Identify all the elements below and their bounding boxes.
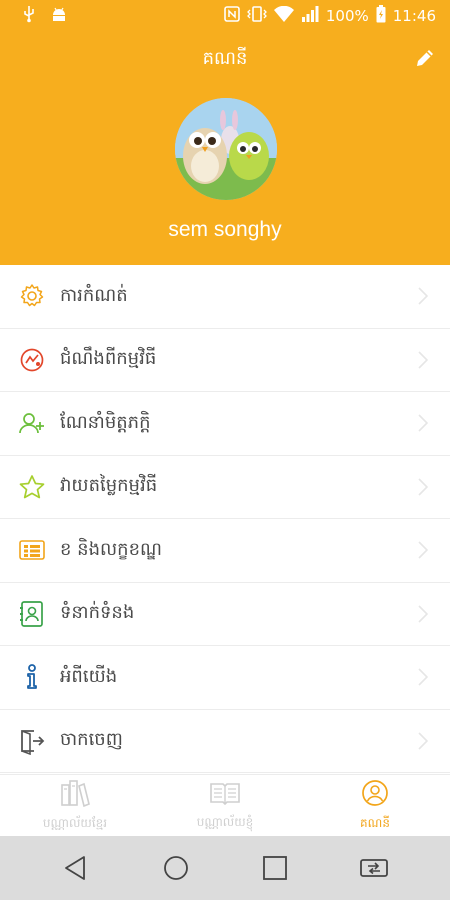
menu-item-logout[interactable]: ចាកចេញ (0, 710, 450, 773)
menu-label: ណែនាំមិត្តភក្តិ (60, 411, 151, 433)
menu-label: ខ និងលក្ខខណ្ឌ (60, 538, 162, 560)
star-icon (18, 473, 46, 501)
tab-label: បណ្ណាល័យខ្មែរ (42, 815, 108, 830)
chevron-right-icon (418, 478, 428, 496)
usb-icon (22, 5, 36, 27)
library-icon (60, 779, 90, 811)
profile-header: គណនី sem songhy (0, 32, 450, 265)
menu-item-contact[interactable]: ទំនាក់ទំនង (0, 583, 450, 646)
info-icon (18, 663, 46, 691)
home-icon[interactable] (160, 852, 192, 884)
tab-account[interactable]: គណនី (300, 775, 450, 836)
page-title: គណនី (202, 48, 248, 69)
account-menu: ការកំណត់ ជំណឹងពីកម្មវិធី ណែនាំមិត្តភក្តិ… (0, 265, 450, 773)
bottom-nav: បណ្ណាល័យខ្មែរ បណ្ណាល័យខ្ញុំ គណនី (0, 774, 450, 836)
tab-label: គណនី (360, 815, 390, 830)
logout-icon (18, 727, 46, 755)
vibrate-icon (246, 6, 267, 26)
battery-icon (376, 5, 386, 27)
avatar[interactable] (175, 98, 277, 200)
tab-label: បណ្ណាល័យខ្ញុំ (196, 814, 254, 829)
chevron-right-icon (418, 351, 428, 369)
tab-my-library[interactable]: បណ្ណាល័យខ្ញុំ (150, 775, 300, 836)
menu-item-app-notifications[interactable]: ជំណឹងពីកម្មវិធី (0, 329, 450, 392)
notification-icon (18, 346, 46, 374)
system-nav-bar (0, 836, 450, 900)
add-friend-icon (18, 409, 46, 437)
status-right: 100% 11:46 (224, 5, 436, 27)
chevron-right-icon (418, 668, 428, 686)
gear-icon (18, 282, 46, 310)
recents-icon[interactable] (259, 852, 291, 884)
status-left (22, 5, 68, 27)
signal-icon (301, 6, 319, 26)
wifi-icon (273, 5, 294, 26)
back-icon[interactable] (60, 852, 92, 884)
battery-level: 100% (325, 7, 369, 25)
menu-label: ការកំណត់ (60, 284, 128, 306)
menu-label: ចាកចេញ (60, 729, 123, 751)
chevron-right-icon (418, 287, 428, 305)
account-icon (361, 779, 389, 811)
contact-icon (18, 600, 46, 628)
nfc-icon (224, 6, 240, 26)
switch-sim-icon[interactable] (358, 852, 390, 884)
menu-item-settings[interactable]: ការកំណត់ (0, 265, 450, 329)
menu-item-invite-friends[interactable]: ណែនាំមិត្តភក្តិ (0, 392, 450, 456)
menu-label: ទំនាក់ទំនង (60, 602, 135, 624)
chevron-right-icon (418, 414, 428, 432)
menu-item-rate-app[interactable]: វាយតម្លៃកម្មវិធី (0, 456, 450, 519)
clock: 11:46 (392, 7, 436, 25)
tab-khmer-library[interactable]: បណ្ណាល័យខ្មែរ (0, 775, 150, 836)
terms-icon (18, 536, 46, 564)
profile-name: sem songhy (168, 218, 282, 241)
menu-label: ជំណឹងពីកម្មវិធី (60, 348, 157, 370)
edit-icon[interactable] (414, 47, 436, 69)
chevron-right-icon (418, 605, 428, 623)
android-icon (50, 6, 68, 26)
menu-item-terms-conditions[interactable]: ខ និងលក្ខខណ្ឌ (0, 519, 450, 583)
menu-item-about-us[interactable]: អំពីយើង (0, 646, 450, 710)
menu-label: អំពីយើង (60, 665, 118, 687)
status-bar: 100% 11:46 (0, 0, 450, 32)
chevron-right-icon (418, 732, 428, 750)
menu-label: វាយតម្លៃកម្មវិធី (60, 475, 158, 497)
book-icon (209, 780, 241, 810)
chevron-right-icon (418, 541, 428, 559)
